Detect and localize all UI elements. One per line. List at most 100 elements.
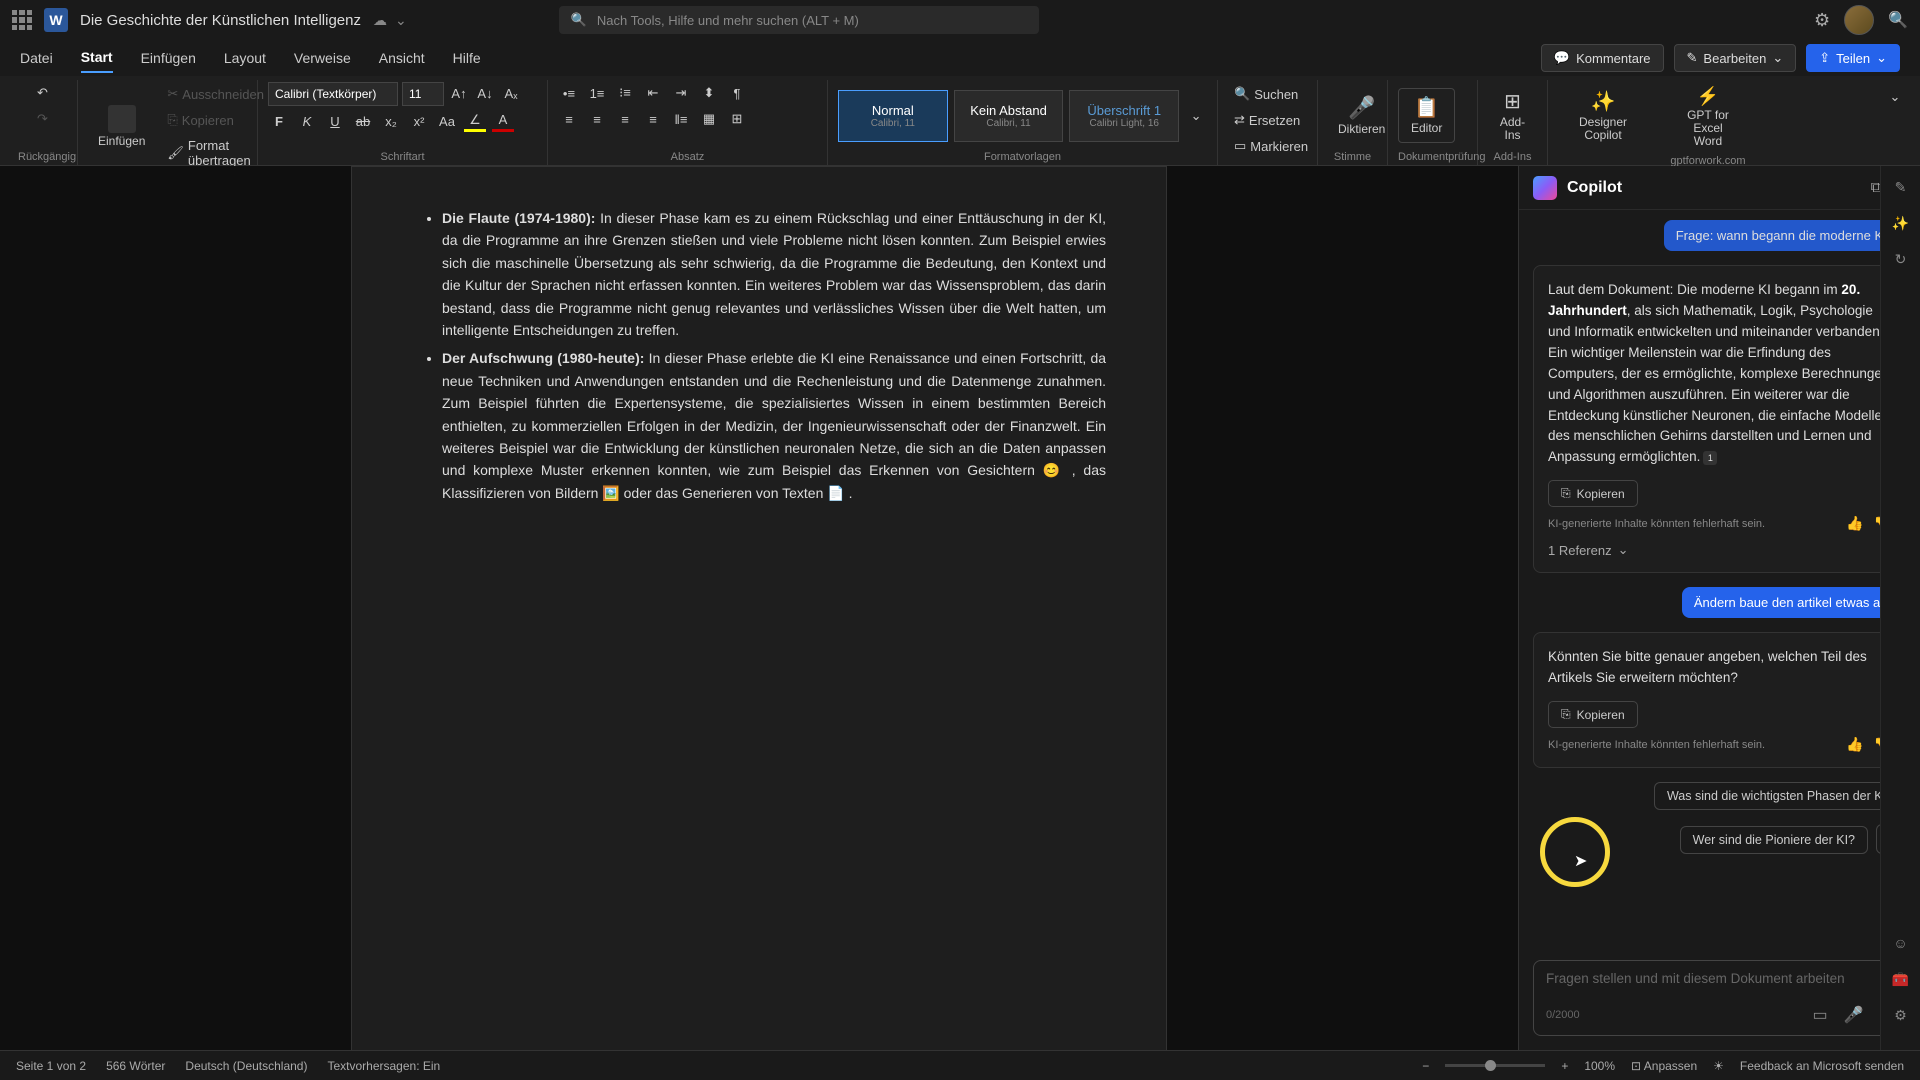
italic-button[interactable]: K [296, 110, 318, 132]
numbering-button[interactable]: 1≡ [586, 82, 608, 104]
line-spacing-button[interactable]: ‖≡ [670, 108, 692, 130]
font-name-combo[interactable]: Calibri (Textkörper) [268, 82, 398, 106]
mic-icon[interactable]: 🎤 [1844, 1005, 1864, 1025]
gpt-excel-word-button[interactable]: ⚡GPT for Excel Word [1668, 82, 1748, 153]
search-input[interactable]: 🔍 Nach Tools, Hilfe und mehr suchen (ALT… [559, 6, 1039, 34]
subscript-button[interactable]: x₂ [380, 110, 402, 132]
shrink-font-button[interactable]: A↓ [474, 82, 496, 104]
rail-history-icon[interactable]: ↻ [1890, 248, 1912, 270]
decrease-indent-button[interactable]: ⇤ [642, 82, 664, 104]
document-title[interactable]: Die Geschichte der Künstlichen Intellige… [80, 12, 361, 29]
saved-cloud-icon: ☁ [373, 12, 387, 29]
zoom-out-button[interactable]: − [1422, 1059, 1429, 1073]
clear-format-button[interactable]: Aₓ [500, 82, 522, 104]
rail-editor-icon[interactable]: ✎ [1890, 176, 1912, 198]
font-color-button[interactable]: A [492, 110, 514, 132]
tab-datei[interactable]: Datei [20, 44, 53, 72]
borders-button[interactable]: ⊞ [726, 108, 748, 130]
highlight-button[interactable]: ∠ [464, 110, 486, 132]
bullet-item[interactable]: Die Flaute (1974-1980): In dieser Phase … [442, 207, 1106, 341]
word-app-icon: W [44, 8, 68, 32]
tab-layout[interactable]: Layout [224, 44, 266, 72]
copilot-title: Copilot [1567, 179, 1622, 197]
fit-button[interactable]: ⊡ Anpassen [1631, 1059, 1697, 1073]
thumbs-up-icon[interactable]: 👍 [1846, 736, 1863, 753]
multilevel-button[interactable]: ⁝≡ [614, 82, 636, 104]
increase-indent-button[interactable]: ⇥ [670, 82, 692, 104]
paste-button[interactable]: Einfügen [88, 101, 155, 152]
collapse-ribbon-button[interactable]: ⌄ [1884, 86, 1906, 108]
status-predictions[interactable]: Textvorhersagen: Ein [327, 1059, 440, 1073]
rail-toolbox-icon[interactable]: 🧰 [1890, 968, 1912, 990]
attach-icon[interactable]: ▭ [1813, 1005, 1828, 1025]
document-canvas[interactable]: Die Flaute (1974-1980): In dieser Phase … [0, 166, 1518, 1050]
sort-button[interactable]: ⬍ [698, 82, 720, 104]
show-marks-button[interactable]: ¶ [726, 82, 748, 104]
search-magnify-icon[interactable]: 🔍 [1888, 10, 1908, 30]
align-right-button[interactable]: ≡ [614, 108, 636, 130]
justify-button[interactable]: ≡ [642, 108, 664, 130]
user-avatar[interactable] [1844, 5, 1874, 35]
style-normal[interactable]: NormalCalibri, 11 [838, 90, 948, 142]
styles-more-button[interactable]: ⌄ [1185, 105, 1207, 127]
grow-font-button[interactable]: A↑ [448, 82, 470, 104]
settings-icon[interactable]: ⚙ [1814, 10, 1830, 31]
copilot-input[interactable]: Fragen stellen und mit diesem Dokument a… [1533, 960, 1906, 1036]
references-expand[interactable]: 1 Referenz⌄ [1548, 542, 1891, 558]
reference-badge[interactable]: 1 [1703, 451, 1717, 465]
zoom-level[interactable]: 100% [1584, 1059, 1615, 1073]
superscript-button[interactable]: x² [408, 110, 430, 132]
tab-ansicht[interactable]: Ansicht [379, 44, 425, 72]
status-page[interactable]: Seite 1 von 2 [16, 1059, 86, 1073]
copy-button[interactable]: ⎘Kopieren [1548, 480, 1638, 507]
suggestion-chip[interactable]: Wer sind die Pioniere der KI? [1680, 826, 1868, 854]
style-ueberschrift-1[interactable]: Überschrift 1Calibri Light, 16 [1069, 90, 1179, 142]
change-case-button[interactable]: Aa [436, 110, 458, 132]
zoom-slider[interactable] [1445, 1064, 1545, 1067]
share-icon: ⇪ [1819, 50, 1830, 66]
edit-mode-button[interactable]: ✎Bearbeiten⌄ [1674, 44, 1797, 72]
comments-button[interactable]: 💬Kommentare [1541, 44, 1664, 72]
bullet-item[interactable]: Der Aufschwung (1980-heute): In dieser P… [442, 347, 1106, 504]
theme-toggle-icon[interactable]: ☀ [1713, 1059, 1724, 1073]
undo-button[interactable]: ↶ [32, 82, 54, 104]
rail-feedback-icon[interactable]: ☺ [1890, 932, 1912, 954]
ai-response-card: Laut dem Dokument: Die moderne KI begann… [1533, 265, 1906, 573]
copy-button[interactable]: ⎘Kopieren [1548, 701, 1638, 728]
designer-copilot-button[interactable]: ✨Designer Copilot [1558, 85, 1648, 146]
copy-icon: ⎘ [1561, 486, 1571, 501]
feedback-link[interactable]: Feedback an Microsoft senden [1740, 1059, 1904, 1073]
tab-start[interactable]: Start [81, 43, 113, 73]
find-button[interactable]: 🔍Suchen [1228, 82, 1304, 106]
rail-copilot-icon[interactable]: ✨ [1890, 212, 1912, 234]
zoom-in-button[interactable]: + [1561, 1059, 1568, 1073]
rail-settings-icon[interactable]: ⚙ [1890, 1004, 1912, 1026]
shading-button[interactable]: ▦ [698, 108, 720, 130]
tab-verweise[interactable]: Verweise [294, 44, 351, 72]
style-kein-abstand[interactable]: Kein AbstandCalibri, 11 [954, 90, 1064, 142]
status-language[interactable]: Deutsch (Deutschland) [185, 1059, 307, 1073]
suggestion-chip[interactable]: Was sind die wichtigsten Phasen der KI? [1654, 782, 1906, 810]
redo-button[interactable]: ↷ [32, 108, 54, 130]
replace-button[interactable]: ⇄Ersetzen [1228, 108, 1306, 132]
font-size-combo[interactable]: 11 [402, 82, 444, 106]
bullets-button[interactable]: •≡ [558, 82, 580, 104]
document-page[interactable]: Die Flaute (1974-1980): In dieser Phase … [351, 166, 1167, 1050]
select-button[interactable]: ▭Markieren [1228, 134, 1314, 158]
thumbs-up-icon[interactable]: 👍 [1846, 515, 1863, 532]
bold-button[interactable]: F [268, 110, 290, 132]
dictate-button[interactable]: 🎤Diktieren [1328, 91, 1395, 140]
tab-hilfe[interactable]: Hilfe [453, 44, 481, 72]
addins-button[interactable]: ⊞Add-Ins [1488, 85, 1537, 146]
status-words[interactable]: 566 Wörter [106, 1059, 165, 1073]
editor-button[interactable]: 📋Editor [1398, 88, 1455, 142]
align-left-button[interactable]: ≡ [558, 108, 580, 130]
align-center-button[interactable]: ≡ [586, 108, 608, 130]
underline-button[interactable]: U [324, 110, 346, 132]
title-dropdown-icon[interactable]: ⌄ [395, 12, 407, 29]
strikethrough-button[interactable]: ab [352, 110, 374, 132]
app-launcher-icon[interactable] [12, 10, 32, 30]
tab-einfuegen[interactable]: Einfügen [141, 44, 196, 72]
share-button[interactable]: ⇪Teilen⌄ [1806, 44, 1900, 72]
bullet-text: In dieser Phase erlebte die KI eine Rena… [442, 350, 1106, 500]
